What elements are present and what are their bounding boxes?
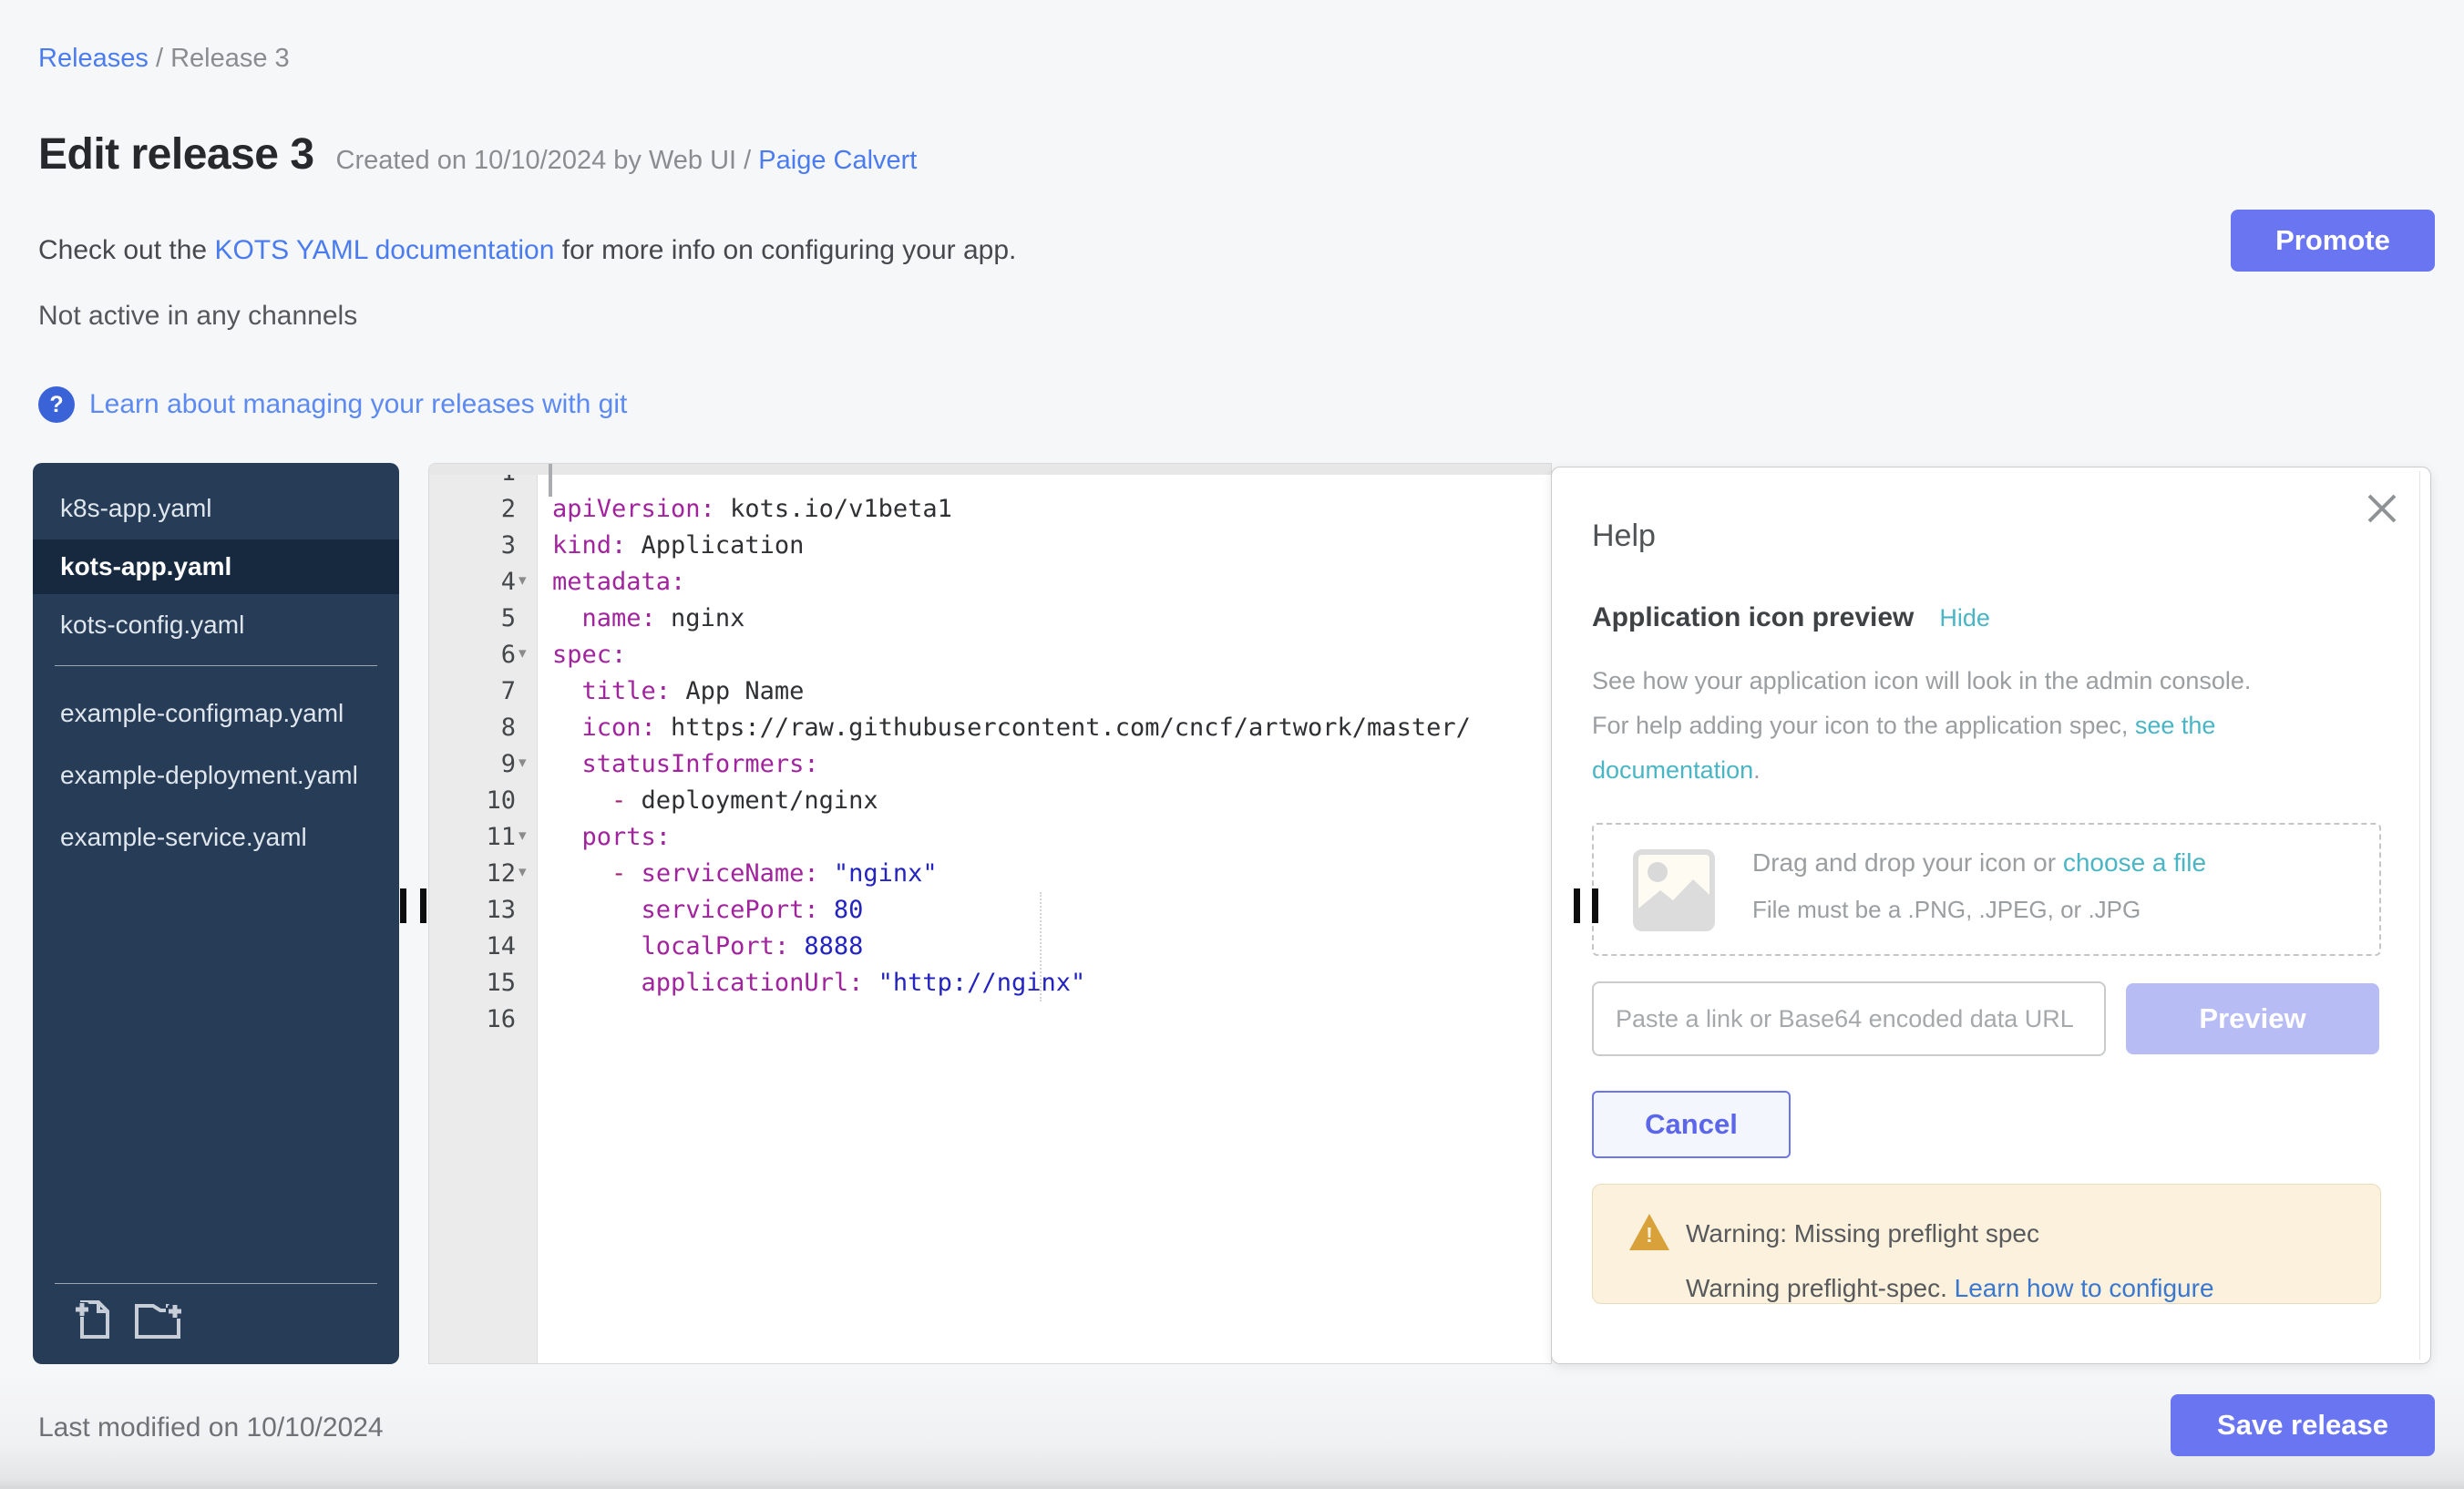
code-line: 14 localPort: 8888: [429, 929, 1551, 965]
file-tree-item-kots-app-yaml[interactable]: kots-app.yaml: [33, 539, 399, 594]
folder-plus-icon[interactable]: [133, 1297, 186, 1342]
git-releases-link[interactable]: Learn about managing your releases with …: [89, 389, 627, 420]
help-scrollbar[interactable]: [2419, 471, 2420, 1360]
code-line: 15 applicationUrl: "http://nginx": [429, 965, 1551, 1001]
author-link[interactable]: Paige Calvert: [758, 146, 917, 175]
choose-file-link[interactable]: choose a file: [2063, 848, 2206, 877]
help-panel: Help Application icon preview Hide See h…: [1551, 467, 2431, 1364]
file-plus-icon[interactable]: [73, 1297, 115, 1342]
file-tree-item-example-service-yaml[interactable]: example-service.yaml: [33, 806, 399, 868]
footer-bar: Last modified on 10/10/2024: [0, 1367, 2464, 1489]
promote-button[interactable]: Promote: [2231, 210, 2435, 272]
title-row: Edit release 3 Created on 10/10/2024 by …: [38, 129, 917, 180]
text-cursor: [549, 464, 552, 497]
preflight-warning: ! Warning: Missing preflight spec Warnin…: [1592, 1184, 2381, 1304]
fold-arrow-icon[interactable]: ▾: [518, 562, 537, 599]
code-line: 2apiVersion: kots.io/v1beta1: [429, 491, 1551, 528]
code-line: 13 servicePort: 80: [429, 892, 1551, 929]
fold-arrow-icon[interactable]: ▾: [518, 817, 537, 854]
cancel-button[interactable]: Cancel: [1592, 1091, 1791, 1158]
file-tree-examples: example-configmap.yamlexample-deployment…: [33, 683, 399, 868]
dropzone-text: Drag and drop your icon or choose a file: [1752, 848, 2206, 878]
file-tree-item-k8s-app-yaml[interactable]: k8s-app.yaml: [33, 478, 399, 539]
yaml-editor[interactable]: 1---2apiVersion: kots.io/v1beta13kind: A…: [428, 463, 1552, 1364]
file-tree-item-kots-config-yaml[interactable]: kots-config.yaml: [33, 594, 399, 656]
sidebar-resize-handle[interactable]: [400, 888, 427, 923]
code-line: 10 - deployment/nginx: [429, 783, 1551, 819]
warning-title: Warning: Missing preflight spec: [1686, 1219, 2039, 1248]
help-resize-handle[interactable]: [1574, 888, 1599, 923]
hide-link[interactable]: Hide: [1939, 604, 1990, 632]
code-line: 6▾spec:: [429, 637, 1551, 673]
fold-arrow-icon[interactable]: ▾: [518, 635, 537, 672]
dropzone-hint: File must be a .PNG, .JPEG, or .JPG: [1752, 896, 2141, 924]
intro-line: Check out the KOTS YAML documentation fo…: [38, 235, 1016, 266]
editor-top-strip: [429, 464, 1551, 475]
learn-configure-link[interactable]: Learn how to configure: [1955, 1274, 2214, 1302]
file-tree-footer: [33, 1283, 399, 1342]
file-tree-divider: [55, 665, 377, 666]
file-tree-item-example-deployment-yaml[interactable]: example-deployment.yaml: [33, 744, 399, 806]
last-modified-text: Last modified on 10/10/2024: [38, 1412, 384, 1443]
help-title: Help: [1592, 519, 1656, 554]
question-icon: ?: [38, 386, 75, 423]
icon-preview-description: See how your application icon will look …: [1592, 659, 2274, 793]
save-release-button[interactable]: Save release: [2171, 1394, 2435, 1456]
file-tree-item-example-configmap-yaml[interactable]: example-configmap.yaml: [33, 683, 399, 744]
git-help-row: ? Learn about managing your releases wit…: [38, 386, 627, 423]
breadcrumb: Releases / Release 3: [38, 44, 290, 74]
code-line: 8 icon: https://raw.githubusercontent.co…: [429, 710, 1551, 746]
warning-detail: Warning preflight-spec. Learn how to con…: [1686, 1274, 2214, 1303]
icon-dropzone[interactable]: Drag and drop your icon or choose a file…: [1592, 823, 2381, 956]
icon-url-input[interactable]: [1592, 981, 2106, 1056]
code-line: 9▾ statusInformers:: [429, 746, 1551, 783]
breadcrumb-releases-link[interactable]: Releases: [38, 44, 149, 73]
code-line: 4▾metadata:: [429, 564, 1551, 601]
code-line: 12▾ - serviceName: "nginx": [429, 856, 1551, 892]
breadcrumb-separator: /: [156, 44, 170, 73]
code-line: 5 name: nginx: [429, 601, 1551, 637]
breadcrumb-current: Release 3: [170, 44, 290, 73]
kots-yaml-doc-link[interactable]: KOTS YAML documentation: [214, 235, 554, 265]
fold-arrow-icon[interactable]: ▾: [518, 854, 537, 890]
file-tree-footer-divider: [55, 1283, 377, 1284]
code-line: 16: [429, 1001, 1551, 1038]
channel-status: Not active in any channels: [38, 301, 357, 332]
image-placeholder-icon: [1632, 848, 1716, 932]
code-line: 11▾ ports:: [429, 819, 1551, 856]
file-tree-sidebar: k8s-app.yamlkots-app.yamlkots-config.yam…: [33, 463, 399, 1364]
icon-preview-title: Application icon preview: [1592, 602, 1914, 633]
close-icon[interactable]: [2365, 491, 2399, 526]
preview-button[interactable]: Preview: [2126, 983, 2379, 1054]
warning-icon: !: [1629, 1214, 1669, 1250]
page-title: Edit release 3: [38, 129, 314, 180]
code-line: 7 title: App Name: [429, 673, 1551, 710]
created-info: Created on 10/10/2024 by Web UI / Paige …: [336, 146, 918, 176]
fold-arrow-icon[interactable]: ▾: [518, 744, 537, 781]
file-tree-main: k8s-app.yamlkots-app.yamlkots-config.yam…: [33, 478, 399, 656]
code-line: 3kind: Application: [429, 528, 1551, 564]
